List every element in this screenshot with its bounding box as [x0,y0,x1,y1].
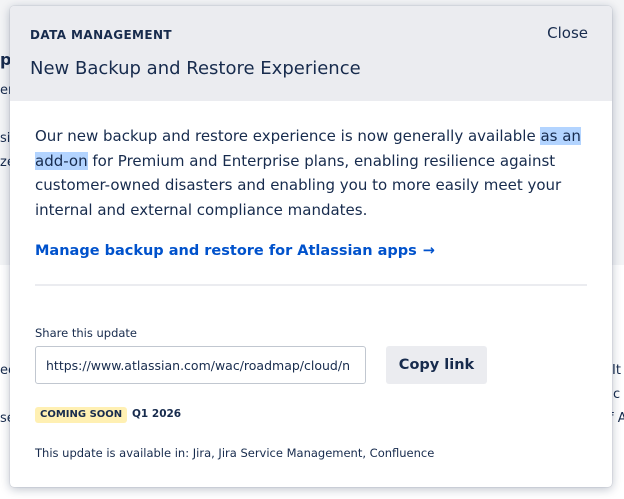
modal-category: DATA MANAGEMENT [30,28,173,42]
description-text: Our new backup and restore experience is… [35,127,541,145]
modal-description: Our new backup and restore experience is… [35,124,595,222]
close-button[interactable]: Close [547,24,588,42]
background-text-fragment: It [612,363,621,378]
release-date: Q1 2026 [132,408,182,420]
share-url-input[interactable] [35,346,366,384]
arrow-right-icon: → [422,243,435,259]
share-label: Share this update [35,326,138,340]
description-text: for Premium and Enterprise plans, enabli… [35,151,562,219]
availability-text: This update is available in: Jira, Jira … [35,446,435,460]
copy-link-button[interactable]: Copy link [386,346,487,384]
background-text-fragment: si [0,131,11,146]
modal-header: DATA MANAGEMENT New Backup and Restore E… [10,6,612,101]
update-modal: DATA MANAGEMENT New Backup and Restore E… [10,6,612,487]
divider [35,284,587,286]
background-text-fragment: c [613,387,621,402]
manage-backup-link-label: Manage backup and restore for Atlassian … [35,243,417,259]
modal-title: New Backup and Restore Experience [30,58,361,79]
status-badge: COMING SOON [35,407,128,423]
manage-backup-link[interactable]: Manage backup and restore for Atlassian … [35,243,435,259]
